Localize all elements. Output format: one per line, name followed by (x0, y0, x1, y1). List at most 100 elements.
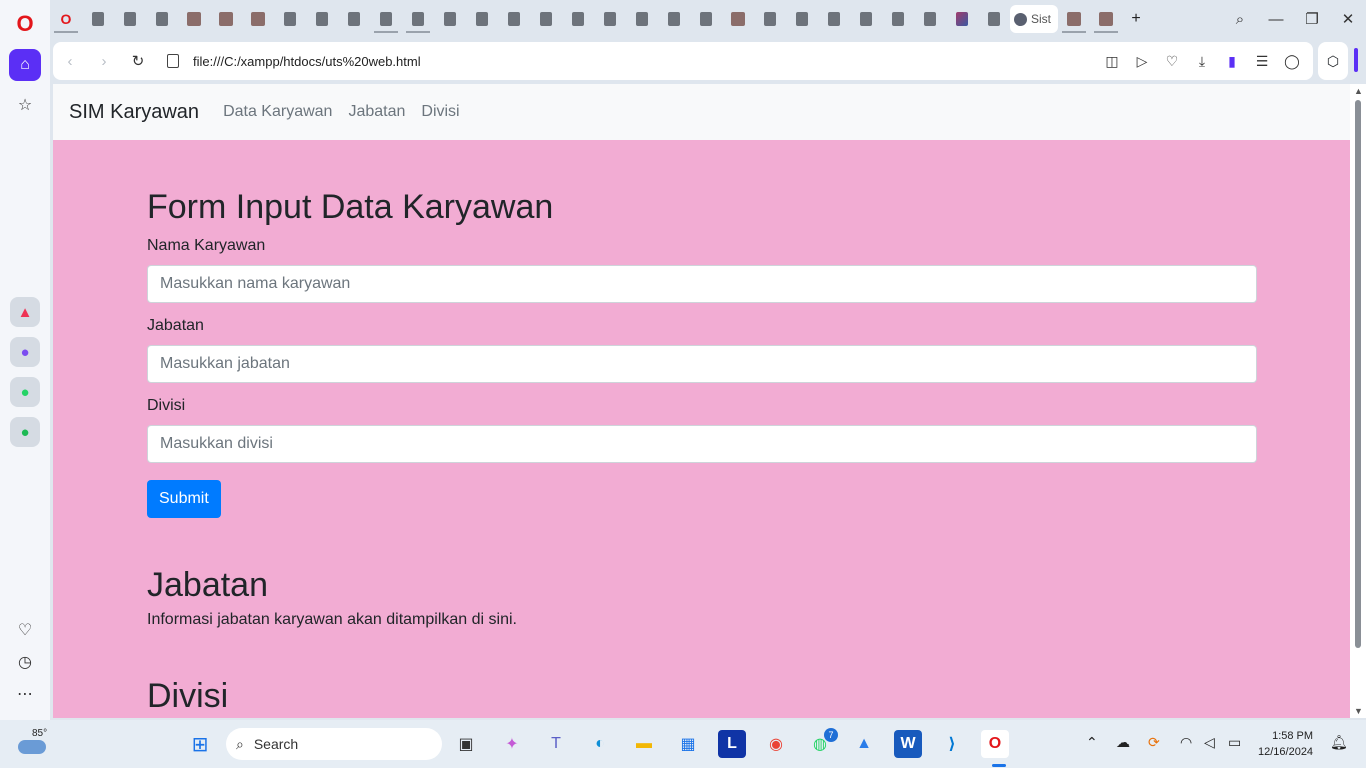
notification-bell-icon[interactable]: 🔔︎ (1330, 734, 1348, 751)
nama-input[interactable] (147, 265, 1257, 303)
divisi-heading: Divisi (147, 677, 229, 715)
sync-icon[interactable]: ⟳ (1148, 734, 1160, 751)
whatsapp-icon[interactable]: ● (10, 377, 40, 407)
reload-icon[interactable]: ↻ (121, 52, 155, 70)
chrome-icon[interactable]: ◉ (762, 730, 790, 758)
tab[interactable] (978, 5, 1010, 33)
tab[interactable] (466, 5, 498, 33)
scrollbar[interactable]: ▲ ▼ (1350, 84, 1366, 718)
opera-logo-icon[interactable]: O (9, 8, 41, 40)
battery-icon[interactable]: ▭ (1228, 734, 1241, 751)
star-icon[interactable]: ☆ (9, 89, 41, 121)
aria-icon[interactable]: ▲ (10, 297, 40, 327)
forward-icon[interactable]: › (87, 53, 121, 70)
word-icon[interactable]: W (894, 730, 922, 758)
tab[interactable] (434, 5, 466, 33)
wifi-icon[interactable]: ◠ (1180, 734, 1192, 751)
globe-icon (1014, 12, 1027, 26)
search-tabs-icon[interactable]: ⌕ (1222, 11, 1258, 28)
camera-icon[interactable]: ◫ (1097, 53, 1127, 70)
clock[interactable]: 1:58 PM 12/16/2024 (1258, 728, 1313, 760)
history-icon[interactable]: ◷ (9, 646, 41, 678)
tab[interactable] (274, 5, 306, 33)
taskbar-search[interactable]: ⌕ Search (226, 728, 442, 760)
tab[interactable] (178, 5, 210, 33)
tab-active[interactable]: Sist (1010, 5, 1058, 33)
tab[interactable] (338, 5, 370, 33)
vscode-icon[interactable]: ⟩ (938, 730, 966, 758)
tab[interactable] (786, 5, 818, 33)
onedrive-icon[interactable]: ☁ (1116, 734, 1130, 751)
weather-widget[interactable]: 85° (18, 728, 48, 758)
jabatan-input[interactable] (147, 345, 1257, 383)
minimize-icon[interactable]: — (1258, 11, 1294, 28)
tab[interactable] (498, 5, 530, 33)
nav-link-jabatan[interactable]: Jabatan (348, 103, 405, 121)
tab[interactable] (1058, 5, 1090, 33)
nav-link-divisi[interactable]: Divisi (421, 103, 459, 121)
tray-overflow-icon[interactable]: ⌃ (1086, 734, 1098, 751)
new-tab-button[interactable]: + (1122, 10, 1150, 28)
tab[interactable] (946, 5, 978, 33)
speaker-muted-icon[interactable]: ◁ (1204, 734, 1215, 751)
tab[interactable] (562, 5, 594, 33)
tab[interactable] (370, 5, 402, 33)
tab[interactable] (626, 5, 658, 33)
heart-icon[interactable]: ♡ (1157, 53, 1187, 70)
store-icon[interactable]: ▦ (674, 730, 702, 758)
url-field[interactable]: file:///C:/xampp/htdocs/uts%20web.html (193, 54, 1097, 69)
scroll-down-icon[interactable]: ▼ (1354, 706, 1363, 716)
tab[interactable] (594, 5, 626, 33)
divisi-input[interactable] (147, 425, 1257, 463)
tab[interactable] (242, 5, 274, 33)
tab[interactable] (754, 5, 786, 33)
tab[interactable] (882, 5, 914, 33)
file-explorer-icon[interactable]: ▬ (630, 730, 658, 758)
tab[interactable] (114, 5, 146, 33)
heart-icon[interactable]: ♡ (9, 614, 41, 646)
tab[interactable] (306, 5, 338, 33)
photos-icon[interactable]: ▲ (850, 730, 878, 758)
copilot-icon[interactable]: ✦ (498, 730, 526, 758)
tab[interactable] (722, 5, 754, 33)
home-icon[interactable]: ⌂ (9, 49, 41, 81)
tab[interactable]: O (50, 5, 82, 33)
back-icon[interactable]: ‹ (53, 53, 87, 70)
task-view-icon[interactable]: ▣ (452, 730, 480, 758)
tab[interactable] (402, 5, 434, 33)
close-icon[interactable]: ✕ (1330, 10, 1366, 28)
navbar-brand[interactable]: SIM Karyawan (69, 101, 199, 124)
messenger-icon[interactable]: ● (10, 337, 40, 367)
download-icon[interactable]: ⤓ (1187, 53, 1217, 70)
tab[interactable] (914, 5, 946, 33)
teams-icon[interactable]: T (542, 730, 570, 758)
image-icon (956, 12, 968, 26)
tab[interactable] (658, 5, 690, 33)
send-icon[interactable]: ▷ (1127, 53, 1157, 70)
scroll-up-icon[interactable]: ▲ (1354, 86, 1363, 96)
spotify-icon[interactable]: ● (10, 417, 40, 447)
tab[interactable] (210, 5, 242, 33)
tab[interactable] (146, 5, 178, 33)
scroll-thumb[interactable] (1355, 100, 1361, 648)
nav-link-data-karyawan[interactable]: Data Karyawan (223, 103, 332, 121)
opera-taskbar-icon[interactable]: O (981, 730, 1009, 758)
profile-icon[interactable]: ◯ (1277, 53, 1307, 70)
extensions-icon[interactable]: ⬡ (1318, 42, 1348, 80)
tab[interactable] (818, 5, 850, 33)
submit-button[interactable]: Submit (147, 480, 221, 518)
file-icon (284, 12, 296, 26)
tab[interactable] (690, 5, 722, 33)
more-icon[interactable]: ⋯ (9, 678, 41, 710)
edge-icon[interactable]: ◐ (586, 730, 614, 758)
windows-start-icon[interactable]: ⊞ (186, 730, 214, 758)
tab[interactable] (530, 5, 562, 33)
clock-date: 12/16/2024 (1258, 746, 1314, 758)
l-app-icon[interactable]: L (718, 730, 746, 758)
restore-icon[interactable]: ❐ (1294, 10, 1330, 28)
easy-setup-icon[interactable]: ☰ (1247, 53, 1277, 70)
tab[interactable] (1090, 5, 1122, 33)
tab[interactable] (82, 5, 114, 33)
tab[interactable] (850, 5, 882, 33)
battery-saver-icon[interactable]: ▮ (1217, 53, 1247, 70)
